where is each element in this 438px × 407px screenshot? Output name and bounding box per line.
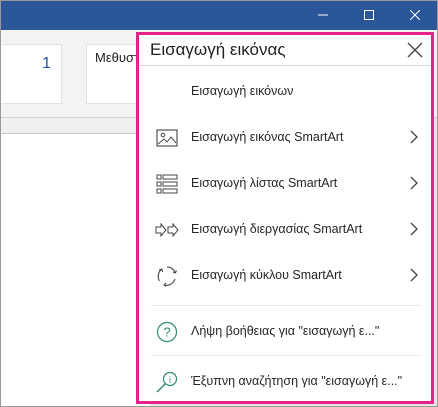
cycle-icon bbox=[155, 265, 179, 287]
picture-icon bbox=[155, 127, 179, 149]
panel-header: Εισαγωγή εικόνας bbox=[139, 35, 431, 65]
insert-pictures-label: Εισαγωγή εικόνων bbox=[191, 84, 294, 98]
chevron-right-icon bbox=[410, 176, 418, 190]
list-icon bbox=[155, 173, 179, 195]
panel-separator bbox=[151, 305, 421, 306]
insert-smartart-process-label: Εισαγωγή διεργασίας SmartArt bbox=[191, 222, 363, 236]
page-edge bbox=[0, 134, 1, 407]
smart-lookup-item[interactable]: i Έξυπνη αναζήτηση για "εισαγωγή ε..." bbox=[139, 359, 431, 405]
chevron-right-icon bbox=[410, 222, 418, 236]
svg-text:?: ? bbox=[163, 325, 170, 340]
insert-smartart-cycle-label: Εισαγωγή κύκλου SmartArt bbox=[191, 268, 342, 282]
svg-text:i: i bbox=[169, 375, 172, 385]
style-gallery-item-previous[interactable]: 1 bbox=[0, 44, 62, 104]
panel-close-button[interactable] bbox=[401, 36, 429, 64]
panel-separator bbox=[151, 355, 421, 356]
insert-smartart-picture-label: Εισαγωγή εικόνας SmartArt bbox=[191, 130, 344, 144]
document-canvas[interactable] bbox=[0, 134, 150, 407]
insert-smartart-process-item[interactable]: Εισαγωγή διεργασίας SmartArt bbox=[139, 207, 431, 253]
close-icon bbox=[410, 10, 420, 20]
minimize-icon bbox=[318, 14, 328, 16]
insert-pictures-item[interactable]: Εισαγωγή εικόνων bbox=[139, 69, 431, 115]
close-icon bbox=[407, 42, 423, 58]
insert-smartart-list-label: Εισαγωγή λίστας SmartArt bbox=[191, 176, 338, 190]
title-bar bbox=[0, 0, 438, 30]
smart-lookup-label: Έξυπνη αναζήτηση για "εισαγωγή ε..." bbox=[191, 374, 403, 388]
process-arrows-icon bbox=[155, 219, 179, 241]
close-window-button[interactable] bbox=[392, 0, 438, 30]
panel-title: Εισαγωγή εικόνας bbox=[150, 40, 286, 59]
maximize-button[interactable] bbox=[346, 0, 392, 30]
insert-smartart-picture-item[interactable]: Εισαγωγή εικόνας SmartArt bbox=[139, 115, 431, 161]
insert-picture-panel: Εισαγωγή εικόνας Εισαγωγή εικόνων Εισαγω… bbox=[136, 32, 434, 404]
get-help-item[interactable]: ? Λήψη βοήθειας για "εισαγωγή ε..." bbox=[139, 309, 431, 355]
smart-lookup-icon: i bbox=[155, 371, 179, 393]
chevron-right-icon bbox=[410, 130, 418, 144]
insert-smartart-list-item[interactable]: Εισαγωγή λίστας SmartArt bbox=[139, 161, 431, 207]
insert-smartart-cycle-item[interactable]: Εισαγωγή κύκλου SmartArt bbox=[139, 253, 431, 299]
get-help-label: Λήψη βοήθειας για "εισαγωγή ε..." bbox=[191, 324, 380, 338]
panel-divider bbox=[139, 65, 431, 66]
chevron-right-icon bbox=[410, 268, 418, 282]
ruler bbox=[0, 118, 150, 134]
minimize-button[interactable] bbox=[300, 0, 346, 30]
style-gallery-item-previous-label: 1 bbox=[42, 55, 51, 72]
help-icon: ? bbox=[155, 321, 179, 343]
maximize-icon bbox=[364, 10, 374, 20]
